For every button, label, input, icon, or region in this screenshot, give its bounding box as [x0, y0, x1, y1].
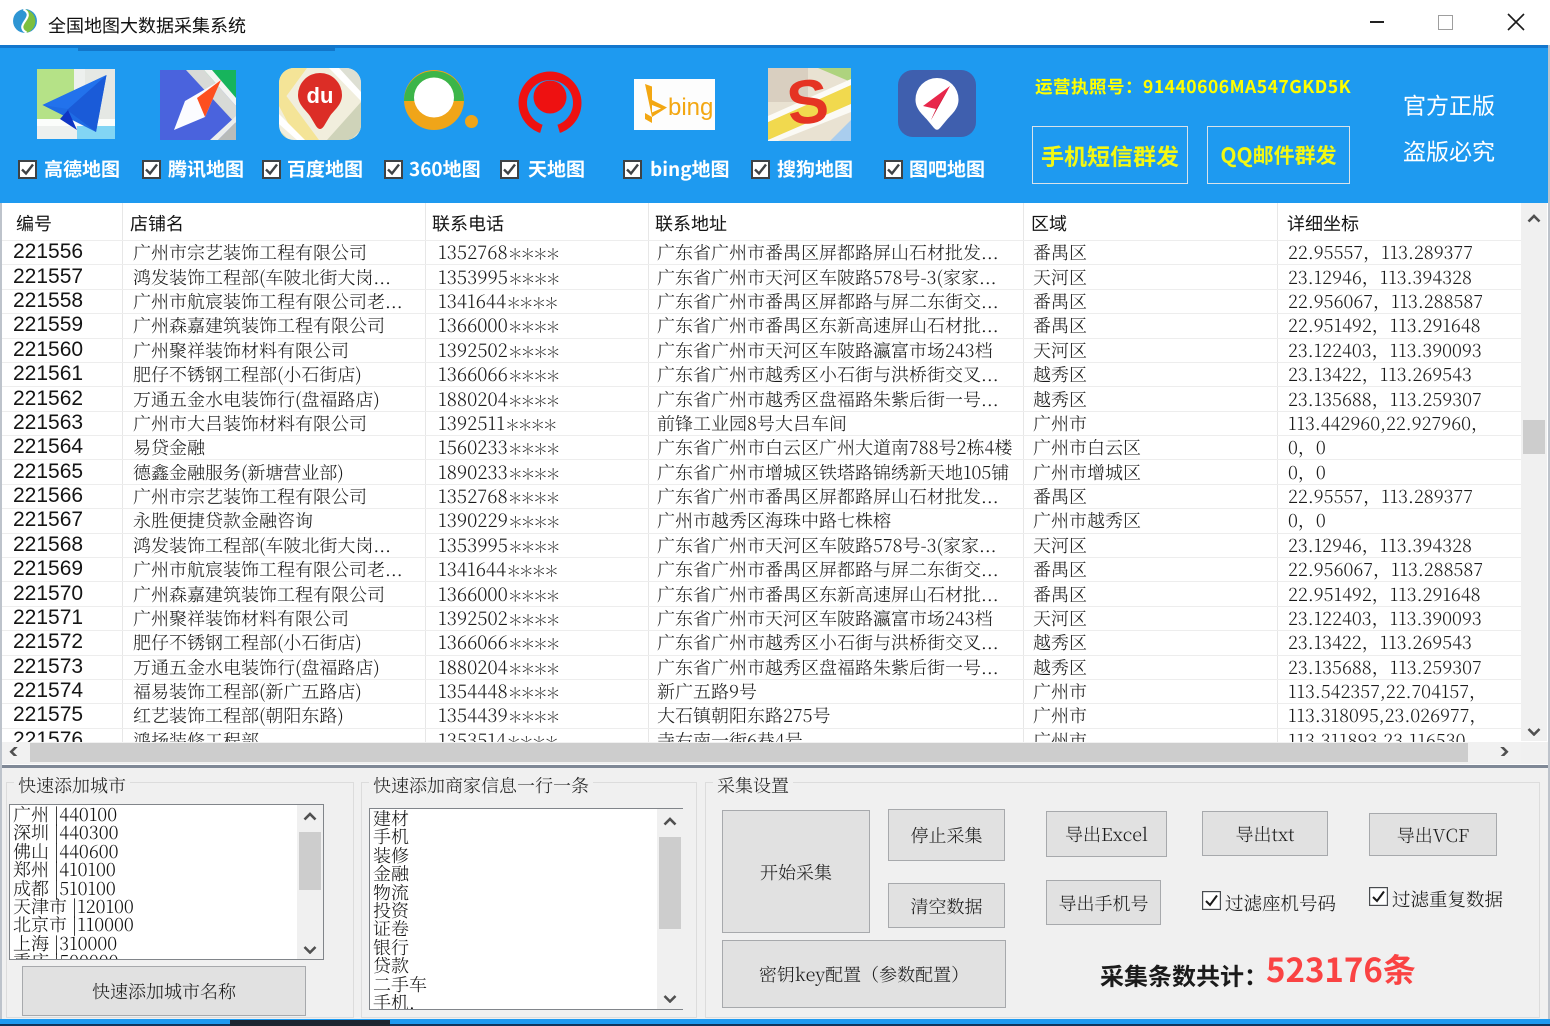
svg-text:S: S: [783, 68, 831, 139]
svg-text:du: du: [307, 83, 334, 108]
svg-text:bing: bing: [668, 94, 713, 121]
